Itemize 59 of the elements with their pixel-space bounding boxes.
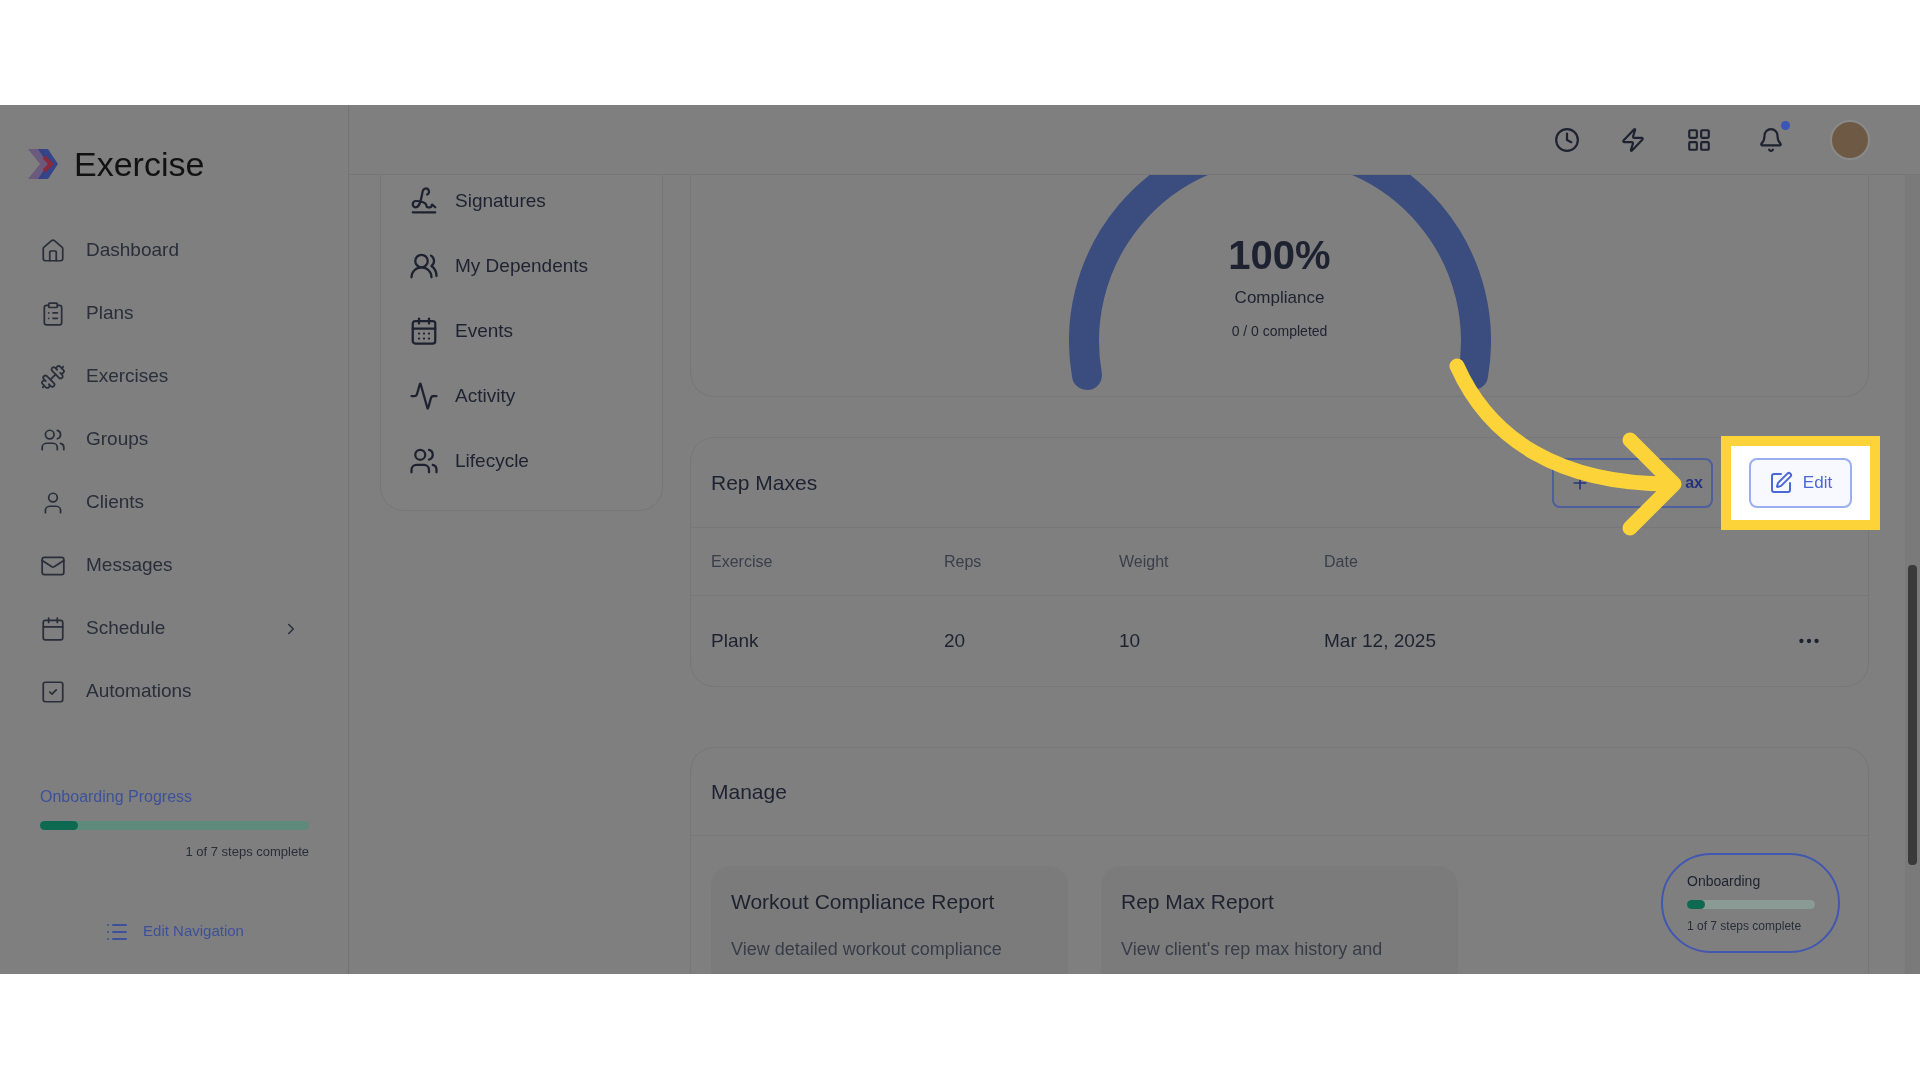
calendar-icon: [40, 615, 66, 642]
nav-item[interactable]: Exercises: [40, 345, 308, 408]
signature-icon: [409, 186, 439, 216]
scrollbar[interactable]: [1905, 175, 1920, 974]
scrollbar-thumb[interactable]: [1908, 565, 1917, 865]
edit-button[interactable]: Edit: [1749, 457, 1852, 508]
report-description: View detailed workout compliance: [731, 937, 1003, 961]
nav-item[interactable]: Messages: [40, 534, 308, 597]
people-icon: [40, 426, 66, 453]
table-cell-text: Plank: [711, 628, 760, 653]
report-title: Workout Compliance Report: [731, 889, 996, 915]
people-icon: [409, 251, 439, 281]
card-title: Rep Maxes: [711, 469, 818, 496]
clock-icon[interactable]: [1554, 126, 1580, 153]
edit-icon: [1768, 470, 1793, 495]
dumbbell-icon: [40, 363, 66, 390]
compliance-caption: 0 / 0 completed: [1231, 321, 1328, 341]
column-header: Date: [1324, 551, 1359, 572]
nav-item[interactable]: Clients: [40, 471, 308, 534]
report-card[interactable]: Rep Max Report View client's rep max history and: [1101, 866, 1458, 974]
menu-item[interactable]: Signatures: [409, 186, 634, 216]
report-title: Rep Max Report: [1121, 889, 1275, 915]
widget-caption: 1 of 7 steps complete: [1687, 918, 1803, 935]
compliance-value: 100%: [1228, 235, 1331, 275]
app-name: Exercise: [74, 147, 205, 181]
home-icon: [40, 237, 66, 264]
nav-item[interactable]: Dashboard: [40, 219, 308, 282]
progress-caption: 1 of 7 steps complete: [184, 843, 309, 861]
compliance-label: Compliance: [1234, 287, 1325, 309]
progress-title: Onboarding Progress: [40, 787, 194, 807]
edit-navigation-link[interactable]: Edit Navigation: [40, 919, 309, 944]
card-title: Manage: [711, 778, 787, 805]
column-header: Reps: [944, 551, 983, 572]
nav-item[interactable]: Plans: [40, 282, 308, 345]
menu-item[interactable]: Events: [409, 316, 634, 346]
nav-item[interactable]: Automations: [40, 660, 308, 723]
menu-item[interactable]: My Dependents: [409, 251, 634, 281]
menu-item[interactable]: Lifecycle: [409, 446, 634, 476]
column-header: Exercise: [711, 551, 774, 572]
people-icon: [409, 446, 439, 476]
checkbox-icon: [40, 678, 66, 705]
grid-icon[interactable]: [1686, 126, 1712, 153]
menu-item[interactable]: Activity: [409, 381, 634, 411]
nav-item[interactable]: Groups: [40, 408, 308, 471]
bell-icon: [1758, 126, 1784, 153]
add-button[interactable]: ax: [1552, 457, 1713, 508]
nav-item[interactable]: Schedule: [40, 597, 308, 660]
column-header: Weight: [1119, 551, 1170, 572]
calendar-icon: [409, 316, 439, 346]
pulse-icon: [409, 381, 439, 411]
widget-title: Onboarding: [1687, 872, 1762, 891]
report-card[interactable]: Workout Compliance Report View detailed workout compliance: [711, 866, 1068, 974]
table-cell-text: 20: [944, 628, 967, 653]
clipboard-icon: [40, 300, 66, 327]
table-cell-text: 10: [1119, 628, 1142, 653]
onboarding-widget[interactable]: Onboarding 1 of 7 steps complete: [1661, 853, 1840, 953]
lightning-icon[interactable]: [1620, 126, 1646, 153]
table-cell-text: Mar 12, 2025: [1324, 628, 1437, 653]
report-description: View client's rep max history and: [1121, 937, 1384, 961]
